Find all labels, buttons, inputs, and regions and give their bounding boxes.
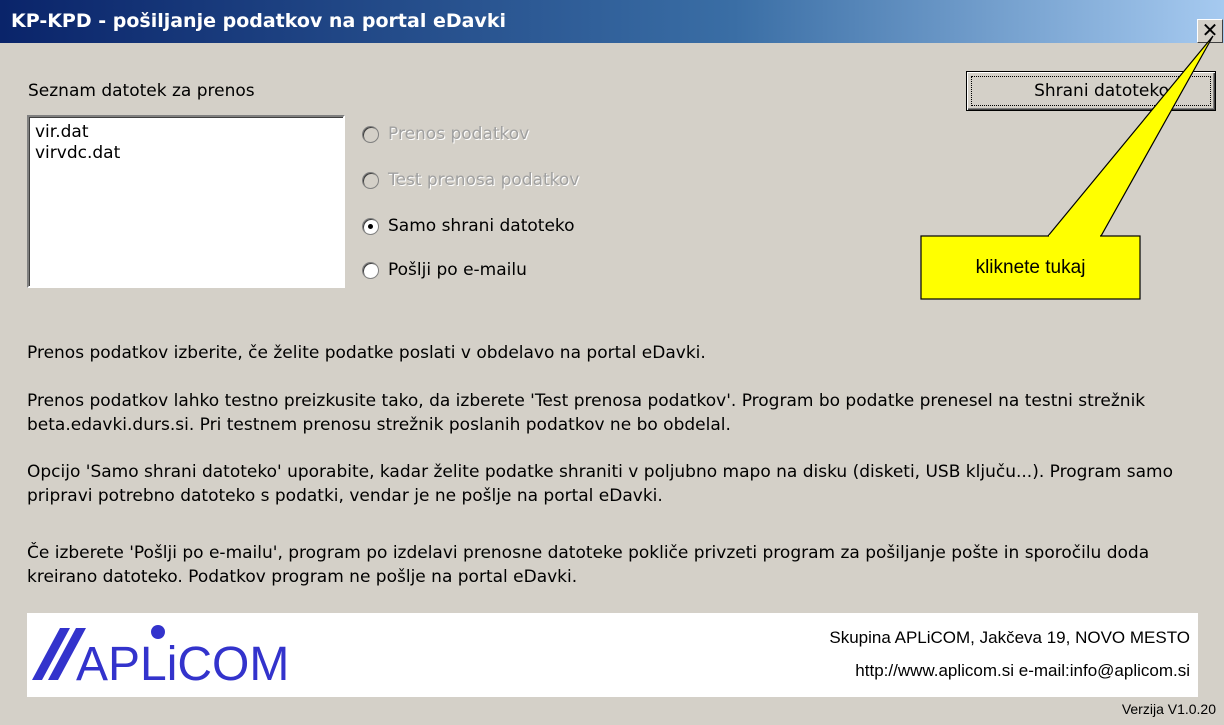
- company-banner: APLiCOM Skupina APLiCOM, Jakčeva 19, NOV…: [27, 613, 1198, 697]
- description-paragraph: Prenos podatkov lahko testno preizkusite…: [27, 391, 1146, 435]
- description-paragraph: Če izberete 'Pošlji po e-mailu', program…: [27, 543, 1150, 587]
- aplicom-logo: APLiCOM: [32, 625, 289, 691]
- description-paragraph: Prenos podatkov izberite, če želite poda…: [27, 343, 706, 363]
- svg-text:APLiCOM: APLiCOM: [76, 638, 289, 691]
- company-contact: http://www.aplicom.si e-mail:info@aplico…: [855, 661, 1190, 680]
- callout-text: kliknete tukaj: [975, 257, 1086, 278]
- description-paragraph: Opcijo 'Samo shrani datoteko' uporabite,…: [27, 462, 1173, 506]
- company-address: Skupina APLiCOM, Jakčeva 19, NOVO MESTO: [829, 628, 1190, 647]
- version-label: Verzija V1.0.20: [1121, 701, 1216, 717]
